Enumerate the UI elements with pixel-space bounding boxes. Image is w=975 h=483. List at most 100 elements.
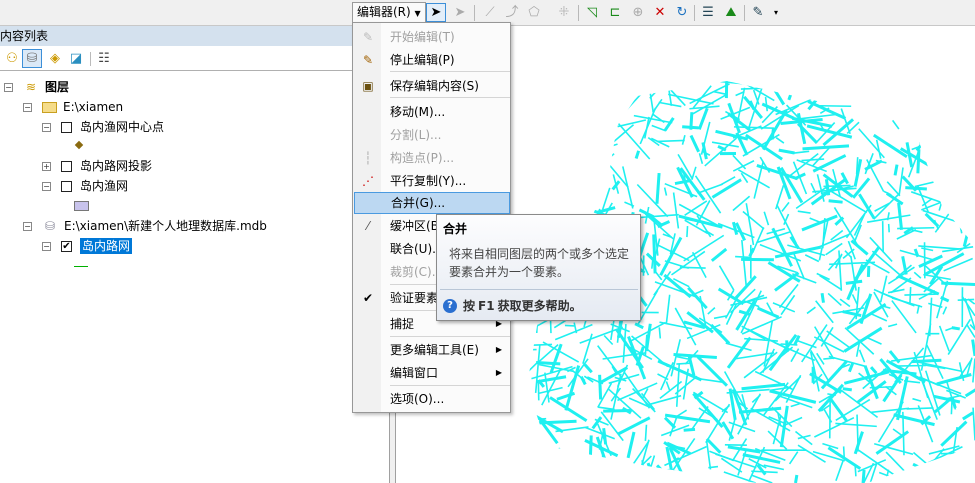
attributes-icon[interactable]: ☰ bbox=[698, 3, 718, 22]
gdb-path[interactable]: E:\xiamen\新建个人地理数据库.mdb bbox=[64, 218, 267, 234]
road-segment bbox=[771, 406, 793, 428]
list-by-visibility-icon[interactable]: ◈ bbox=[45, 49, 65, 68]
road-segment bbox=[613, 90, 645, 124]
road-segment bbox=[679, 266, 706, 269]
reshape-icon[interactable]: ⊏ bbox=[605, 3, 625, 22]
menu-item[interactable]: ▣ 保存编辑内容(S) bbox=[354, 75, 510, 97]
edit-annotation-icon[interactable]: ➤ bbox=[450, 3, 470, 22]
road-segment bbox=[741, 382, 786, 391]
road-segment bbox=[644, 424, 648, 442]
road-segment bbox=[560, 128, 599, 132]
road-segment bbox=[598, 406, 615, 411]
road-segment bbox=[770, 84, 786, 106]
road-segment bbox=[591, 153, 615, 173]
select-tool-icon[interactable]: ➤ bbox=[426, 3, 446, 22]
road-segment bbox=[806, 306, 816, 315]
menu-item[interactable]: 编辑窗口 ▶ bbox=[354, 362, 510, 384]
list-by-selection-icon[interactable]: ◪ bbox=[66, 49, 86, 68]
road-segment bbox=[595, 436, 612, 475]
road-segment bbox=[572, 172, 602, 201]
menu-item-label: 编辑窗口 bbox=[390, 366, 439, 380]
list-by-source-icon[interactable]: ⛁ bbox=[22, 49, 42, 68]
road-segment bbox=[820, 292, 825, 303]
road-segment bbox=[691, 166, 697, 181]
editor-menu-button[interactable]: 编辑器(R) ▼ bbox=[352, 2, 426, 23]
road-segment bbox=[933, 81, 940, 114]
road-segment bbox=[527, 142, 542, 185]
road-segment bbox=[512, 402, 522, 426]
road-segment bbox=[527, 164, 532, 169]
list-by-drawing-order-icon[interactable]: ⚇ bbox=[2, 49, 22, 68]
toc-root[interactable]: 图层 bbox=[45, 79, 69, 95]
endpoint-arc-icon[interactable]: ⤴ bbox=[502, 3, 522, 22]
road-segment bbox=[554, 102, 573, 116]
polygon-tool-icon[interactable]: ⬠ bbox=[524, 3, 544, 22]
road-segment bbox=[891, 119, 900, 130]
layer-name-selected[interactable]: 岛内路网 bbox=[80, 238, 133, 254]
layer-name[interactable]: 岛内路网投影 bbox=[80, 158, 152, 174]
road-segment bbox=[896, 364, 926, 367]
create-features-icon[interactable]: ✎ bbox=[748, 3, 768, 22]
menu-item[interactable]: 选项(O)... bbox=[354, 388, 510, 410]
layer-checkbox-checked[interactable]: ✔ bbox=[61, 240, 72, 252]
menu-item[interactable]: 分割(L)... bbox=[354, 124, 510, 146]
menu-item-label: 平行复制(Y)... bbox=[390, 174, 467, 188]
layer-checkbox[interactable] bbox=[61, 180, 72, 192]
road-segment bbox=[527, 178, 533, 187]
road-segment bbox=[560, 128, 592, 150]
layer-checkbox[interactable] bbox=[61, 160, 72, 172]
road-segment bbox=[789, 90, 815, 99]
options-icon[interactable]: ☷ bbox=[94, 49, 114, 68]
road-segment bbox=[551, 103, 562, 121]
collapse-icon[interactable]: − bbox=[42, 122, 51, 132]
road-segment bbox=[966, 147, 975, 185]
collapse-icon[interactable]: − bbox=[42, 241, 51, 251]
road-segment bbox=[938, 166, 953, 211]
layer-name[interactable]: 岛内渔网中心点 bbox=[80, 119, 164, 135]
layer-name[interactable]: 岛内渔网 bbox=[80, 178, 128, 194]
split-icon[interactable]: ⊕ bbox=[628, 3, 648, 22]
road-segment bbox=[713, 90, 727, 96]
folder-path[interactable]: E:\xiamen bbox=[63, 99, 123, 115]
copy-parallel-icon: ⋰ bbox=[362, 174, 374, 188]
toolbar-overflow-icon[interactable]: ▾ bbox=[770, 3, 782, 22]
construct-points-icon: ┆ bbox=[364, 151, 372, 165]
road-segment bbox=[527, 98, 556, 119]
road-segment bbox=[663, 117, 675, 132]
road-segment bbox=[556, 132, 575, 175]
road-segment bbox=[663, 187, 668, 196]
menu-item[interactable]: ✎ 停止编辑(P) bbox=[354, 49, 510, 71]
road-segment bbox=[656, 464, 667, 475]
road-segment bbox=[881, 98, 892, 110]
menu-item[interactable]: ⋰ 平行复制(Y)... bbox=[354, 170, 510, 192]
road-segment bbox=[841, 81, 853, 91]
layer-checkbox[interactable] bbox=[61, 121, 72, 133]
rotate-icon[interactable]: ↻ bbox=[672, 3, 692, 22]
menu-item-label: 更多编辑工具(E) bbox=[390, 343, 479, 357]
menu-item[interactable]: 移动(M)... bbox=[354, 101, 510, 123]
road-segment bbox=[745, 203, 755, 246]
menu-item[interactable]: 合并(G)... bbox=[354, 192, 510, 214]
road-segment bbox=[751, 226, 765, 254]
menu-item[interactable]: ┆ 构造点(P)... bbox=[354, 147, 510, 169]
collapse-icon[interactable]: − bbox=[23, 102, 32, 112]
menu-separator bbox=[390, 385, 510, 386]
topology-edit-icon[interactable]: ⁜ bbox=[554, 3, 574, 22]
collapse-icon[interactable]: − bbox=[42, 181, 51, 191]
menu-item[interactable]: 更多编辑工具(E) ▶ bbox=[354, 339, 510, 361]
road-segment bbox=[707, 307, 716, 315]
expand-icon[interactable]: + bbox=[42, 161, 51, 171]
sketch-properties-icon[interactable]: ⛰ bbox=[721, 3, 741, 22]
cut-polygons-icon[interactable]: ◹ bbox=[582, 3, 602, 22]
road-segment bbox=[598, 374, 603, 400]
collapse-icon[interactable]: − bbox=[4, 82, 13, 92]
menu-item[interactable]: ✎ 开始编辑(T) bbox=[354, 26, 510, 48]
collapse-icon[interactable]: − bbox=[23, 221, 32, 231]
road-segment bbox=[579, 326, 624, 344]
road-segment bbox=[556, 142, 591, 168]
straight-segment-icon[interactable]: ⟋ bbox=[480, 3, 500, 22]
road-segment bbox=[817, 81, 834, 82]
road-segment bbox=[651, 469, 658, 483]
intersect-icon[interactable]: ✕ bbox=[650, 3, 670, 22]
road-segment bbox=[566, 454, 592, 458]
